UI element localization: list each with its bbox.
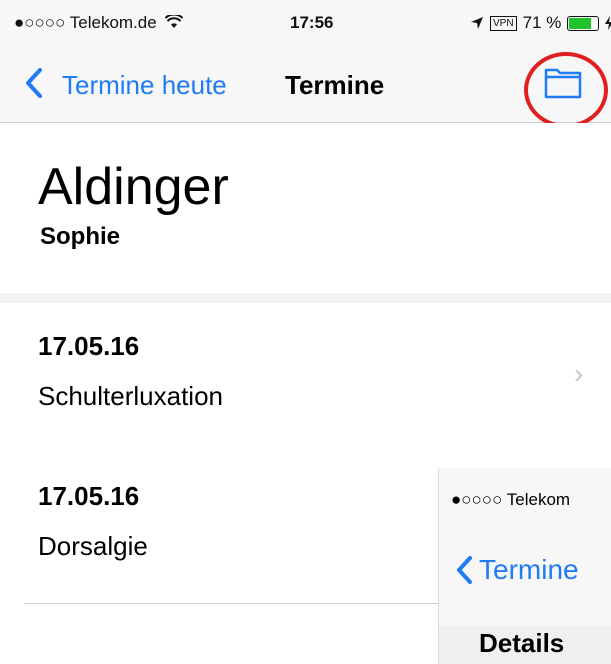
- back-chevron-icon[interactable]: [24, 68, 44, 98]
- appointment-row[interactable]: 17.05.16 Schulterluxation ›: [0, 303, 611, 453]
- patient-header: Aldinger Sophie: [0, 123, 611, 293]
- location-arrow-icon: [471, 17, 483, 29]
- battery-fill: [569, 17, 591, 29]
- nav-title: Termine: [285, 70, 385, 100]
- folder-icon[interactable]: [543, 64, 583, 100]
- battery-icon: [567, 15, 600, 31]
- wifi-icon: [165, 13, 184, 28]
- patient-last-name: Aldinger: [38, 158, 229, 216]
- section-spacer: [0, 293, 611, 303]
- overlay-back-chevron-icon: [457, 556, 472, 584]
- back-button[interactable]: Termine heute: [62, 70, 227, 101]
- appointment-diagnosis: Schulterluxation: [38, 381, 223, 411]
- battery-percent: 71 %: [522, 13, 562, 32]
- patient-first-name: Sophie: [40, 223, 121, 250]
- overlay-details-header: Details: [439, 626, 611, 664]
- appointment-date: 17.05.16: [38, 481, 140, 511]
- status-time: 17:56: [290, 13, 334, 32]
- overlay-back-label: Termine: [479, 554, 579, 585]
- charging-bolt-icon: [605, 16, 611, 30]
- overlay-back-button[interactable]: Termine: [455, 554, 579, 586]
- overlay-screenshot: ●○○○○ Telekom Termine Details: [438, 468, 611, 664]
- disclosure-chevron-icon: ›: [574, 358, 584, 389]
- status-right-group: VPN 71 %: [470, 13, 611, 33]
- overlay-carrier: ●○○○○ Telekom: [451, 490, 571, 509]
- vpn-badge: VPN: [490, 15, 517, 31]
- appointment-diagnosis: Dorsalgie: [38, 531, 148, 561]
- overlay-details-title: Details: [479, 628, 565, 658]
- carrier-label: ●○○○○ Telekom.de: [14, 13, 184, 33]
- appointment-date: 17.05.16: [38, 331, 140, 361]
- status-bar: ●○○○○ Telekom.de 17:56 VPN 71 %: [0, 0, 611, 46]
- navigation-bar: Termine heute Termine: [0, 46, 611, 123]
